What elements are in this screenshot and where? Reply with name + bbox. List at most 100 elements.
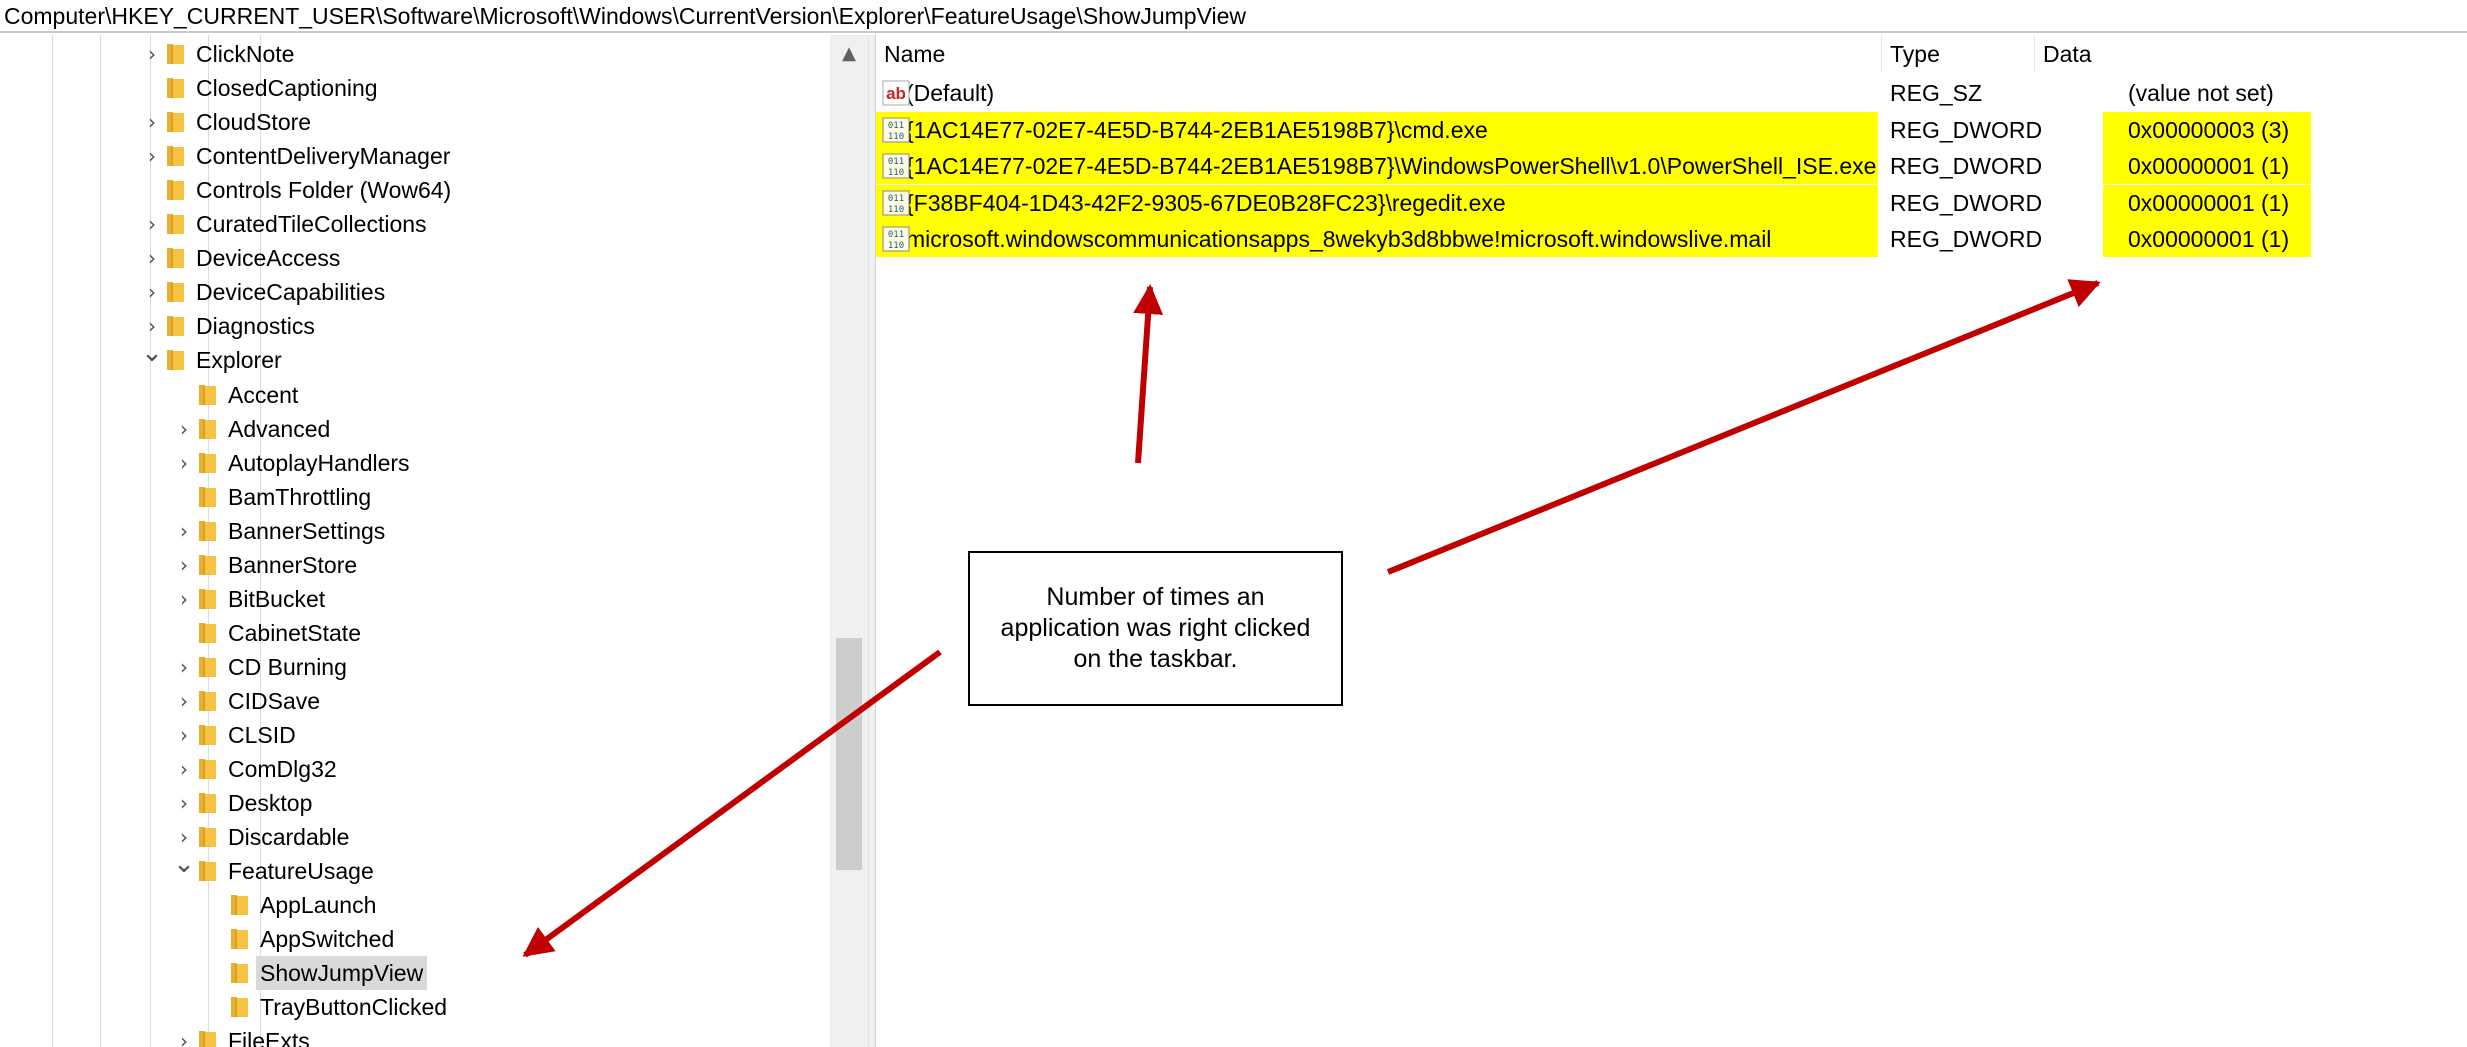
tree-item-desktop[interactable]: › Desktop <box>0 786 830 820</box>
folder-icon <box>199 759 216 780</box>
tree-item-label: BamThrottling <box>228 483 372 510</box>
chevron-right-icon[interactable]: › <box>140 314 164 338</box>
tree-item-cabinetstate[interactable]: CabinetState <box>0 616 830 650</box>
chevron-down-icon[interactable]: ⌄ <box>172 851 196 877</box>
column-header-name[interactable]: Name <box>876 35 1882 73</box>
list-row[interactable]: microsoft.windowscommunicationsapps_8wek… <box>876 221 2467 257</box>
address-bar[interactable]: Computer\HKEY_CURRENT_USER\Software\Micr… <box>0 0 2467 33</box>
svg-text:110: 110 <box>888 132 904 142</box>
tree-item-deviceaccess[interactable]: › DeviceAccess <box>0 241 830 275</box>
chevron-right-icon[interactable]: › <box>140 42 164 66</box>
value-name: (Default) <box>906 80 995 106</box>
tree-item-label: ComDlg32 <box>228 756 337 783</box>
tree-scrollbar[interactable]: ▲ <box>830 35 868 1047</box>
tree-item-featureusage[interactable]: ⌄ FeatureUsage <box>0 851 830 888</box>
chevron-right-icon[interactable]: › <box>140 212 164 236</box>
tree-item-label: Explorer <box>196 347 282 374</box>
chevron-right-icon[interactable]: › <box>140 280 164 304</box>
tree-item-controls-folder-wow64[interactable]: Controls Folder (Wow64) <box>0 173 830 207</box>
list-header: Name Type Data <box>876 35 2467 73</box>
tree-item-traybuttonclicked[interactable]: TrayButtonClicked <box>0 990 830 1024</box>
chevron-right-icon[interactable]: › <box>172 791 196 815</box>
tree-item-applaunch[interactable]: AppLaunch <box>0 888 830 922</box>
chevron-right-icon[interactable]: › <box>172 655 196 679</box>
svg-text:011: 011 <box>888 230 904 240</box>
chevron-right-icon[interactable]: › <box>172 1029 196 1047</box>
list-row[interactable]: {F38BF404-1D43-42F2-9305-67DE0B28FC23}\r… <box>876 184 2467 221</box>
tree-item-accent[interactable]: Accent <box>0 378 830 412</box>
dword-value-icon: 011110 <box>882 153 910 179</box>
folder-icon <box>199 793 216 814</box>
tree-item-showjumpview[interactable]: ShowJumpView <box>0 956 830 991</box>
tree-item-label: Accent <box>228 381 299 408</box>
chevron-down-icon[interactable]: ⌄ <box>140 340 164 366</box>
svg-text:011: 011 <box>888 121 904 131</box>
chevron-right-icon[interactable]: › <box>172 757 196 781</box>
tree-item-cd-burning[interactable]: › CD Burning <box>0 650 830 684</box>
value-name: {1AC14E77-02E7-4E5D-B744-2EB1AE5198B7}\c… <box>876 111 1878 148</box>
folder-icon <box>167 248 184 269</box>
tree-item-label: Desktop <box>228 790 313 817</box>
chevron-right-icon[interactable]: › <box>172 825 196 849</box>
tree-item-devicecapabilities[interactable]: › DeviceCapabilities <box>0 275 830 309</box>
chevron-right-icon[interactable]: › <box>140 110 164 134</box>
tree-item-clsid[interactable]: › CLSID <box>0 718 830 752</box>
tree-item-cidsave[interactable]: › CIDSave <box>0 684 830 718</box>
chevron-right-icon[interactable]: › <box>172 519 196 543</box>
tree-item-label: AppSwitched <box>260 926 395 953</box>
tree-item-comdlg32[interactable]: › ComDlg32 <box>0 752 830 786</box>
value-type: REG_DWORD <box>1890 153 2043 179</box>
chevron-right-icon[interactable]: › <box>172 587 196 611</box>
scroll-thumb[interactable] <box>836 638 862 870</box>
tree-item-label: Controls Folder (Wow64) <box>196 177 452 204</box>
folder-icon <box>199 656 216 677</box>
tree-item-advanced[interactable]: › Advanced <box>0 412 830 446</box>
column-header-type[interactable]: Type <box>1882 35 2035 73</box>
tree-item-discardable[interactable]: › Discardable <box>0 820 830 854</box>
list-row[interactable]: {1AC14E77-02E7-4E5D-B744-2EB1AE5198B7}\c… <box>876 111 2467 148</box>
folder-icon <box>167 316 184 337</box>
chevron-right-icon[interactable]: › <box>140 246 164 270</box>
tree-item-cloudstore[interactable]: › CloudStore <box>0 105 830 139</box>
tree-item-explorer[interactable]: ⌄ Explorer <box>0 340 830 377</box>
tree-item-label: Discardable <box>228 824 350 851</box>
tree-item-label: DeviceAccess <box>196 245 341 272</box>
folder-icon <box>199 861 216 882</box>
tree-item-diagnostics[interactable]: › Diagnostics <box>0 309 830 343</box>
tree-item-appswitched[interactable]: AppSwitched <box>0 922 830 956</box>
tree-item-bamthrottling[interactable]: BamThrottling <box>0 480 830 514</box>
tree-item-closedcaptioning[interactable]: ClosedCaptioning <box>0 71 830 105</box>
column-header-data[interactable]: Data <box>2035 35 2467 73</box>
chevron-right-icon[interactable]: › <box>140 144 164 168</box>
tree-item-label: CabinetState <box>228 619 361 646</box>
chevron-right-icon[interactable]: › <box>172 553 196 577</box>
dword-value-icon: 011110 <box>882 190 910 215</box>
folder-icon <box>167 78 184 99</box>
folder-icon <box>199 690 216 711</box>
tree-item-bannersettings[interactable]: › BannerSettings <box>0 514 830 548</box>
svg-text:011: 011 <box>888 157 904 167</box>
value-data: 0x00000001 (1) <box>2103 184 2311 221</box>
tree-item-label: TrayButtonClicked <box>260 994 448 1021</box>
chevron-right-icon[interactable]: › <box>172 417 196 441</box>
tree-item-clicknote[interactable]: › ClickNote <box>0 37 830 71</box>
tree-item-contentdeliverymanager[interactable]: › ContentDeliveryManager <box>0 139 830 173</box>
pane-splitter[interactable] <box>868 35 876 1047</box>
tree-item-fileexts[interactable]: › FileExts <box>0 1024 830 1047</box>
chevron-right-icon[interactable]: › <box>172 723 196 747</box>
scroll-up-arrow-icon[interactable]: ▲ <box>830 35 868 73</box>
folder-icon <box>231 963 248 984</box>
list-row[interactable]: {1AC14E77-02E7-4E5D-B744-2EB1AE5198B7}\W… <box>876 148 2467 184</box>
list-row[interactable]: (Default) ab REG_SZ (value not set) <box>876 75 2467 111</box>
tree-item-autoplayhandlers[interactable]: › AutoplayHandlers <box>0 446 830 480</box>
chevron-right-icon[interactable]: › <box>172 689 196 713</box>
value-type: REG_DWORD <box>1890 189 2043 216</box>
svg-text:110: 110 <box>888 241 904 251</box>
tree-item-curatedtilecollections[interactable]: › CuratedTileCollections <box>0 207 830 241</box>
tree-item-bitbucket[interactable]: › BitBucket <box>0 582 830 616</box>
folder-icon <box>199 452 216 473</box>
chevron-right-icon[interactable]: › <box>172 451 196 475</box>
tree-item-bannerstore[interactable]: › BannerStore <box>0 548 830 582</box>
dword-value-icon: 011110 <box>882 117 910 142</box>
tree-item-label: BannerSettings <box>228 517 386 544</box>
